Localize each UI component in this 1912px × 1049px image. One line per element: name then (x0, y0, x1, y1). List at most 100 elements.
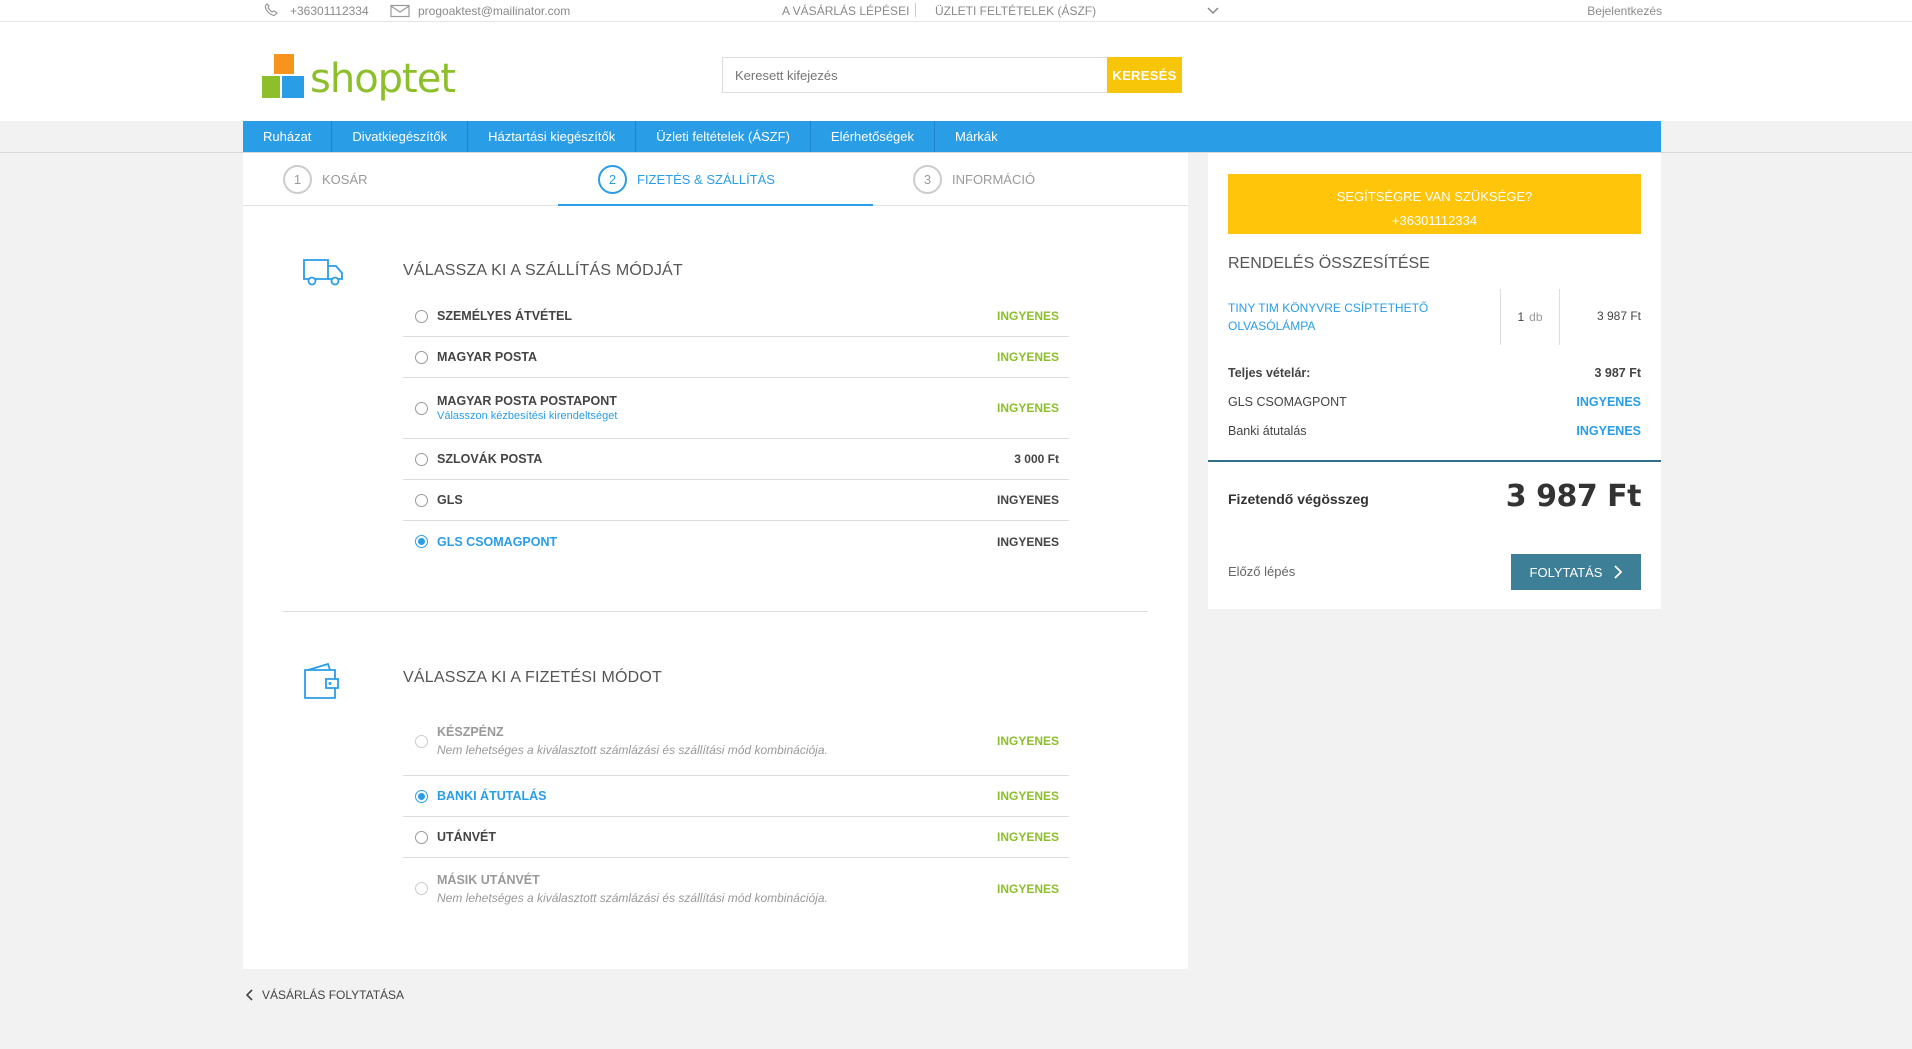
shipping-title: VÁLASSZA KI A SZÁLLÍTÁS MÓDJÁT (403, 262, 683, 279)
help-banner[interactable]: SEGÍTSÉGRE VAN SZÜKSÉGE? +36301112334 (1228, 174, 1641, 234)
option-name: KÉSZPÉNZ (437, 725, 504, 739)
active-step-underline (558, 204, 873, 206)
option-price: INGYENES (996, 309, 1059, 323)
radio-button-selected[interactable] (415, 789, 428, 803)
top-bar: +36301112334 progoaktest@mailinator.com … (0, 0, 1912, 22)
continue-shopping-link[interactable]: VÁSÁRLÁS FOLYTATÁSA (246, 988, 404, 1002)
search-bar: KERESÉS (722, 57, 1182, 93)
summary-label: Teljes vételár: (1228, 366, 1311, 380)
summary-shipping: GLS CSOMAGPONT INGYENES (1228, 395, 1641, 409)
radio-button[interactable] (415, 493, 428, 507)
shipping-option-personal[interactable]: SZEMÉLYES ÁTVÉTEL INGYENES (403, 296, 1069, 337)
top-email[interactable]: progoaktest@mailinator.com (390, 0, 570, 22)
top-more-dropdown[interactable] (1206, 0, 1220, 22)
step-information[interactable]: 3 INFORMÁCIÓ (913, 153, 1035, 206)
cart-item-name[interactable]: TINY TIM KÖNYVRE CSÍPTETHETŐ OLVASÓLÁMPA (1228, 299, 1438, 335)
shipping-options: SZEMÉLYES ÁTVÉTEL INGYENES MAGYAR POSTA … (403, 296, 1069, 562)
payment-option-bank-transfer[interactable]: BANKI ÁTUTALÁS INGYENES (403, 776, 1069, 817)
checkout-panel: 1 KOSÁR 2 FIZETÉS & SZÁLLÍTÁS 3 INFORMÁC… (243, 153, 1188, 969)
chevron-right-icon (1614, 565, 1623, 579)
shipping-option-postapont[interactable]: MAGYAR POSTA POSTAPONT Válasszon kézbesí… (403, 378, 1069, 439)
payment-title: VÁLASSZA KI A FIZETÉSI MÓDOT (403, 669, 662, 686)
chevron-down-icon (1207, 7, 1219, 15)
step-label: FIZETÉS & SZÁLLÍTÁS (637, 172, 775, 187)
choose-branch-link[interactable]: Válasszon kézbesítési kirendeltséget (437, 410, 997, 422)
nav-item-terms[interactable]: Üzleti feltételek (ÁSZF) (636, 121, 811, 153)
option-price: INGYENES (996, 493, 1059, 507)
option-price: INGYENES (996, 881, 1059, 896)
shop-logo[interactable]: shoptet (262, 52, 456, 106)
step-number: 1 (283, 165, 312, 194)
nav-item-contact[interactable]: Elérhetőségek (811, 121, 936, 153)
chevron-left-icon (246, 989, 253, 1001)
summary-value: 3 987 Ft (1594, 366, 1641, 380)
step-number: 3 (913, 165, 942, 194)
option-name: MAGYAR POSTA POSTAPONT (437, 394, 617, 408)
radio-button-selected[interactable] (415, 535, 428, 548)
shipping-option-magyar-posta[interactable]: MAGYAR POSTA INGYENES (403, 337, 1069, 378)
login-link[interactable]: Bejelentkezés (1587, 0, 1662, 22)
summary-label: Banki átutalás (1228, 424, 1307, 438)
nav-item-brands[interactable]: Márkák (935, 121, 1018, 153)
option-price: INGYENES (996, 830, 1059, 844)
option-name: MAGYAR POSTA (437, 350, 538, 364)
option-name: UTÁNVÉT (437, 830, 497, 844)
continue-button-label: FOLYTATÁS (1529, 564, 1603, 580)
truck-icon (303, 259, 343, 286)
wallet-icon (304, 662, 339, 699)
search-input[interactable] (722, 57, 1107, 93)
payment-option-cod[interactable]: UTÁNVÉT INGYENES (403, 817, 1069, 858)
help-phone: +36301112334 (1391, 213, 1478, 228)
nav-item-accessories[interactable]: Divatkiegészítők (332, 121, 469, 153)
payment-options: KÉSZPÉNZ Nem lehetséges a kiválasztott s… (403, 707, 1069, 919)
option-price: INGYENES (996, 534, 1059, 549)
continue-shopping-label: VÁSÁRLÁS FOLYTATÁSA (262, 988, 405, 1002)
top-link-terms[interactable]: ÜZLETI FELTÉTELEK (ÁSZF) (935, 0, 1096, 22)
previous-step-link[interactable]: Előző lépés (1228, 564, 1295, 579)
option-note: Nem lehetséges a kiválasztott számlázási… (437, 743, 828, 757)
summary-full-price: Teljes vételár: 3 987 Ft (1228, 366, 1641, 380)
step-payment-shipping[interactable]: 2 FIZETÉS & SZÁLLÍTÁS (598, 153, 775, 206)
mail-icon (390, 4, 410, 18)
shipping-option-gls-csomagpont[interactable]: GLS CSOMAGPONT INGYENES (403, 521, 1069, 562)
phone-icon (264, 3, 278, 16)
logo-text: shoptet (310, 56, 456, 102)
radio-button[interactable] (415, 350, 428, 364)
phone-text: +36301112334 (290, 4, 369, 18)
nav-item-household[interactable]: Háztartási kiegészítők (468, 121, 637, 153)
order-summary: SEGÍTSÉGRE VAN SZÜKSÉGE? +36301112334 RE… (1208, 153, 1661, 609)
option-price: INGYENES (996, 734, 1059, 748)
step-label: KOSÁR (322, 172, 368, 187)
cart-item-quantity: 1 db (1500, 289, 1560, 345)
logo-squares-icon (262, 54, 304, 98)
continue-button[interactable]: FOLYTATÁS (1511, 554, 1641, 590)
top-separator (915, 3, 916, 17)
shipping-option-gls[interactable]: GLS INGYENES (403, 480, 1069, 521)
payment-option-other-cod: MÁSIK UTÁNVÉT Nem lehetséges a kiválaszt… (403, 858, 1069, 919)
radio-button-disabled (415, 882, 428, 895)
top-link-steps[interactable]: A VÁSÁRLÁS LÉPÉSEI (782, 0, 909, 22)
option-name: MÁSIK UTÁNVÉT (437, 872, 540, 887)
total-value: 3 987 Ft (1505, 479, 1642, 514)
total-label: Fizetendő végösszeg (1228, 491, 1369, 507)
search-button[interactable]: KERESÉS (1107, 57, 1182, 93)
summary-value: INGYENES (1576, 395, 1641, 409)
radio-button[interactable] (415, 830, 428, 844)
shipping-option-slovak-posta[interactable]: SZLOVÁK POSTA 3 000 Ft (403, 439, 1069, 480)
option-price: INGYENES (996, 789, 1059, 803)
radio-button[interactable] (415, 309, 428, 323)
cart-item-price: 3 987 Ft (1596, 309, 1641, 323)
checkout-steps: 1 KOSÁR 2 FIZETÉS & SZÁLLÍTÁS 3 INFORMÁC… (243, 153, 1188, 206)
option-note: Nem lehetséges a kiválasztott számlázási… (437, 890, 828, 905)
radio-button[interactable] (415, 401, 428, 415)
nav-item-clothing[interactable]: Ruházat (243, 121, 333, 153)
help-text: SEGÍTSÉGRE VAN SZÜKSÉGE? (1336, 189, 1533, 204)
quantity-unit: db (1529, 310, 1543, 324)
option-price: 3 000 Ft (1014, 452, 1059, 466)
email-text: progoaktest@mailinator.com (418, 4, 571, 18)
top-phone[interactable]: +36301112334 (262, 0, 369, 22)
step-cart[interactable]: 1 KOSÁR (283, 153, 368, 206)
radio-button[interactable] (415, 452, 428, 466)
option-name: SZLOVÁK POSTA (437, 452, 543, 466)
option-price: INGYENES (996, 401, 1059, 415)
